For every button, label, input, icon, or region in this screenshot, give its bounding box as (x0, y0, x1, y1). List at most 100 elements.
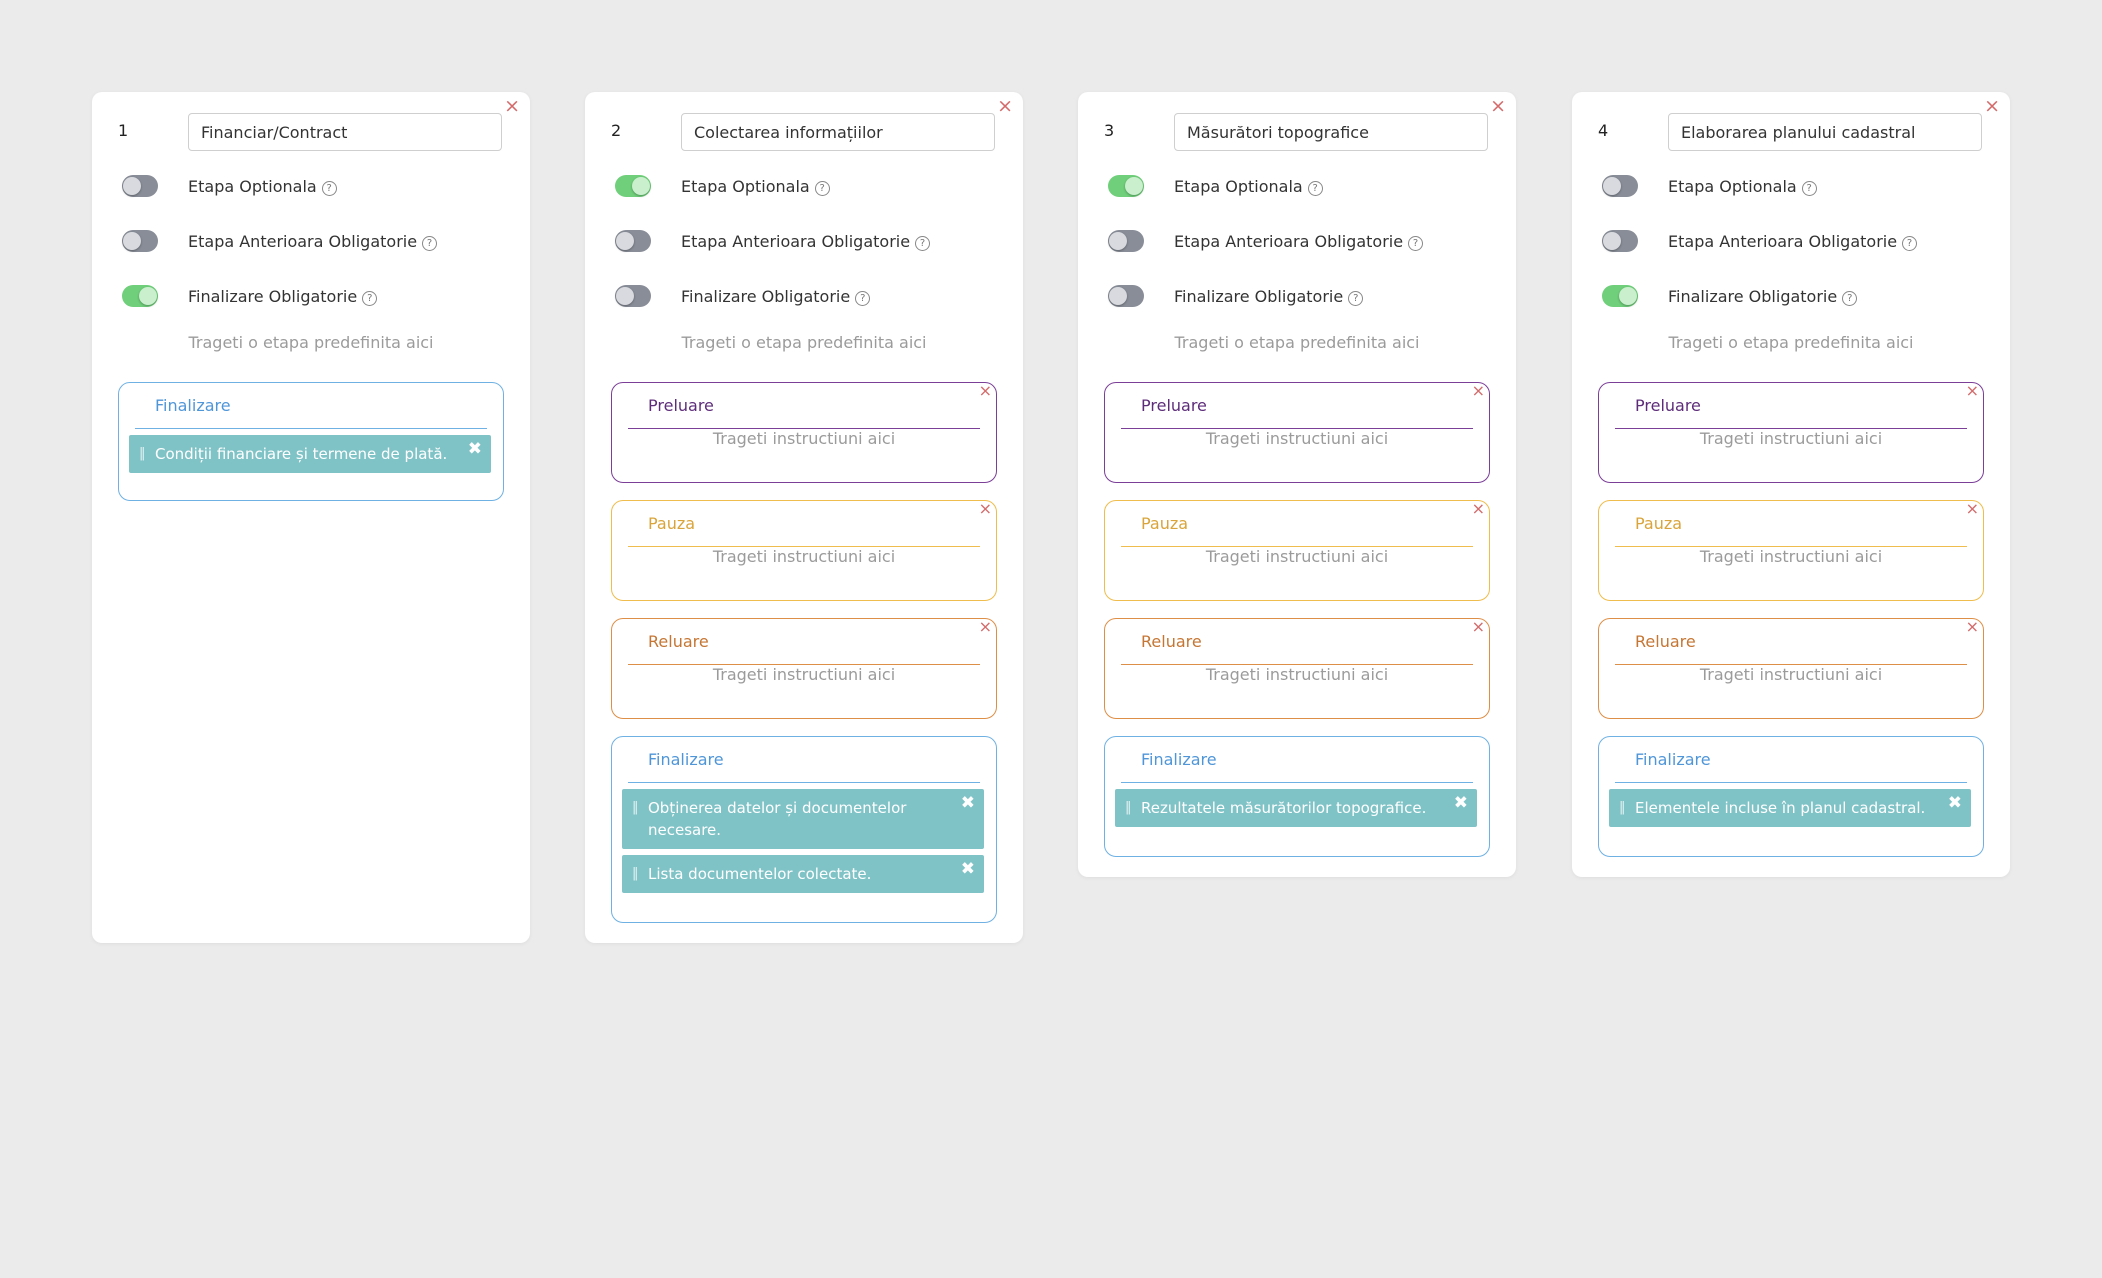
close-icon[interactable]: × (1966, 499, 1979, 518)
drag-handle-icon[interactable]: ‖ (632, 863, 639, 885)
drag-handle-icon[interactable]: ‖ (632, 797, 639, 819)
finish-required-toggle[interactable] (122, 285, 158, 307)
drop-stage-hint[interactable]: Trageti o etapa predefinita aici (1572, 333, 2010, 352)
optional-toggle[interactable] (615, 175, 651, 197)
section-title: Finalizare (1635, 750, 1711, 769)
section-preluare[interactable]: Preluare × Trageti instructiuni aici (611, 381, 997, 483)
drop-instruction-hint[interactable]: Trageti instructiuni aici (612, 429, 996, 448)
section-pauza[interactable]: Pauza × Trageti instructiuni aici (611, 499, 997, 601)
section-divider (628, 782, 980, 783)
stage-title-input[interactable] (1174, 113, 1488, 151)
section-title: Finalizare (648, 750, 724, 769)
question-circle-icon[interactable]: ? (855, 290, 871, 306)
remove-instruction-icon[interactable]: ✖ (1948, 792, 1962, 814)
instruction-item[interactable]: ‖ Obținerea datelor și documentelor nece… (622, 789, 984, 849)
toggle-knob (123, 177, 141, 195)
section-title: Finalizare (1141, 750, 1217, 769)
section-preluare[interactable]: Preluare × Trageti instructiuni aici (1598, 381, 1984, 483)
close-icon[interactable]: × (1966, 381, 1979, 400)
finish-required-label: Finalizare Obligatorie? (1668, 287, 1858, 306)
section-reluare[interactable]: Reluare × Trageti instructiuni aici (1598, 617, 1984, 719)
prev-required-toggle[interactable] (122, 230, 158, 252)
drop-instruction-hint[interactable]: Trageti instructiuni aici (1599, 429, 1983, 448)
question-circle-icon[interactable]: ? (1408, 235, 1424, 251)
drop-instruction-hint[interactable]: Trageti instructiuni aici (1105, 547, 1489, 566)
instruction-item[interactable]: ‖ Condiții financiare și termene de plat… (129, 435, 491, 473)
prev-required-row: Etapa Anterioara Obligatorie? (615, 226, 1015, 256)
instruction-item[interactable]: ‖ Rezultatele măsurătorilor topografice.… (1115, 789, 1477, 827)
close-icon[interactable]: × (1472, 617, 1485, 636)
drop-instruction-hint[interactable]: Trageti instructiuni aici (1105, 429, 1489, 448)
section-finalizare[interactable]: Finalizare ‖ Obținerea datelor și docume… (611, 736, 997, 923)
drop-instruction-hint[interactable]: Trageti instructiuni aici (612, 547, 996, 566)
close-icon[interactable]: × (979, 499, 992, 518)
question-circle-icon[interactable]: ? (1842, 290, 1858, 306)
drop-instruction-hint[interactable]: Trageti instructiuni aici (1105, 665, 1489, 684)
instruction-item[interactable]: ‖ Lista documentelor colectate. ✖ (622, 855, 984, 893)
question-circle-icon[interactable]: ? (422, 235, 438, 251)
prev-required-toggle[interactable] (615, 230, 651, 252)
instruction-item[interactable]: ‖ Elementele incluse în planul cadastral… (1609, 789, 1971, 827)
stage-title-input[interactable] (1668, 113, 1982, 151)
section-reluare[interactable]: Reluare × Trageti instructiuni aici (1104, 617, 1490, 719)
close-icon[interactable]: × (1472, 499, 1485, 518)
optional-label: Etapa Optionala? (1174, 177, 1323, 196)
close-icon[interactable]: × (979, 381, 992, 400)
section-finalizare[interactable]: Finalizare ‖ Elementele incluse în planu… (1598, 736, 1984, 857)
finish-required-row: Finalizare Obligatorie? (615, 281, 1015, 311)
prev-required-toggle[interactable] (1602, 230, 1638, 252)
question-circle-icon[interactable]: ? (1307, 180, 1323, 196)
section-pauza[interactable]: Pauza × Trageti instructiuni aici (1598, 499, 1984, 601)
finish-required-toggle[interactable] (1602, 285, 1638, 307)
stage-header: 3 (1104, 113, 1504, 153)
finish-required-toggle[interactable] (1108, 285, 1144, 307)
stage-title-input[interactable] (188, 113, 502, 151)
question-circle-icon[interactable]: ? (814, 180, 830, 196)
drop-instruction-hint[interactable]: Trageti instructiuni aici (1599, 547, 1983, 566)
prev-required-label-text: Etapa Anterioara Obligatorie (1668, 231, 1898, 251)
close-icon[interactable]: × (979, 617, 992, 636)
section-reluare[interactable]: Reluare × Trageti instructiuni aici (611, 617, 997, 719)
drop-instruction-hint[interactable]: Trageti instructiuni aici (1599, 665, 1983, 684)
question-circle-icon[interactable]: ? (915, 235, 931, 251)
prev-required-toggle[interactable] (1108, 230, 1144, 252)
remove-instruction-icon[interactable]: ✖ (1454, 792, 1468, 814)
remove-instruction-icon[interactable]: ✖ (468, 438, 482, 460)
drop-stage-hint[interactable]: Trageti o etapa predefinita aici (585, 333, 1023, 352)
optional-label: Etapa Optionala? (1668, 177, 1817, 196)
stages-board: × 1 Etapa Optionala? Etapa Anterioara Ob… (0, 0, 2102, 1278)
close-icon[interactable]: × (1966, 617, 1979, 636)
stage-title-input[interactable] (681, 113, 995, 151)
section-preluare[interactable]: Preluare × Trageti instructiuni aici (1104, 381, 1490, 483)
drag-handle-icon[interactable]: ‖ (1619, 797, 1626, 819)
remove-instruction-icon[interactable]: ✖ (961, 792, 975, 814)
stage-card-2: × 2 Etapa Optionala? Etapa Anterioara Ob… (585, 92, 1023, 943)
drop-stage-hint[interactable]: Trageti o etapa predefinita aici (1078, 333, 1516, 352)
optional-toggle[interactable] (122, 175, 158, 197)
stage-header: 4 (1598, 113, 1998, 153)
optional-toggle[interactable] (1108, 175, 1144, 197)
drag-handle-icon[interactable]: ‖ (1125, 797, 1132, 819)
toggle-knob (616, 287, 634, 305)
optional-toggle[interactable] (1602, 175, 1638, 197)
drop-stage-hint[interactable]: Trageti o etapa predefinita aici (92, 333, 530, 352)
prev-required-label: Etapa Anterioara Obligatorie? (188, 232, 438, 251)
optional-label-text: Etapa Optionala (188, 176, 317, 196)
drop-instruction-hint[interactable]: Trageti instructiuni aici (612, 665, 996, 684)
drag-handle-icon[interactable]: ‖ (139, 443, 146, 465)
remove-instruction-icon[interactable]: ✖ (961, 858, 975, 880)
section-pauza[interactable]: Pauza × Trageti instructiuni aici (1104, 499, 1490, 601)
section-finalizare[interactable]: Finalizare ‖ Condiții financiare și term… (118, 382, 504, 501)
question-circle-icon[interactable]: ? (1902, 235, 1918, 251)
question-circle-icon[interactable]: ? (321, 180, 337, 196)
optional-label: Etapa Optionala? (681, 177, 830, 196)
question-circle-icon[interactable]: ? (1348, 290, 1364, 306)
question-circle-icon[interactable]: ? (362, 290, 378, 306)
question-circle-icon[interactable]: ? (1801, 180, 1817, 196)
instruction-text: Lista documentelor colectate. (648, 865, 872, 883)
finish-required-toggle[interactable] (615, 285, 651, 307)
section-finalizare[interactable]: Finalizare ‖ Rezultatele măsurătorilor t… (1104, 736, 1490, 857)
finish-required-row: Finalizare Obligatorie? (1602, 281, 2002, 311)
stage-number: 1 (118, 121, 129, 140)
close-icon[interactable]: × (1472, 381, 1485, 400)
